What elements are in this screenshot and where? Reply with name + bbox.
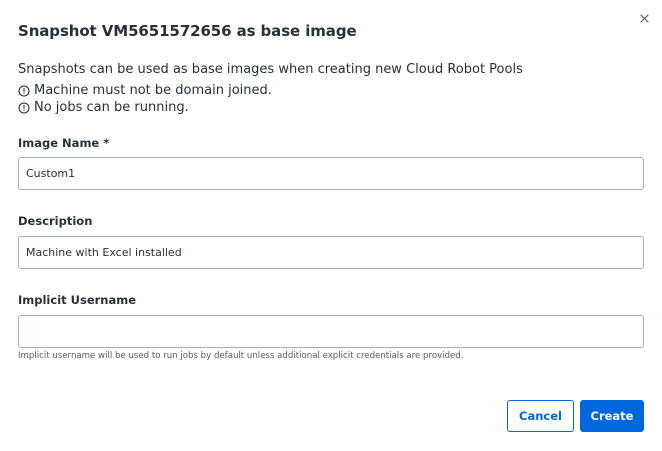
snapshot-dialog: Snapshot VM5651572656 as base image Snap… xyxy=(0,0,662,451)
implicit-username-helper: Implicit username will be used to run jo… xyxy=(18,351,464,361)
create-button[interactable]: Create xyxy=(580,400,644,432)
requirement-note: Machine must not be domain joined. xyxy=(18,83,272,98)
image-name-label: Image Name * xyxy=(18,136,110,150)
requirement-note-text: No jobs can be running. xyxy=(34,100,189,115)
close-icon xyxy=(639,13,649,23)
info-icon xyxy=(18,84,30,97)
requirement-note-text: Machine must not be domain joined. xyxy=(34,83,272,98)
requirement-note: No jobs can be running. xyxy=(18,100,189,115)
close-button[interactable] xyxy=(636,10,652,26)
image-name-input[interactable] xyxy=(18,157,644,190)
implicit-username-input[interactable] xyxy=(18,315,644,348)
implicit-username-label: Implicit Username xyxy=(18,293,137,307)
dialog-title: Snapshot VM5651572656 as base image xyxy=(18,22,357,40)
cancel-button[interactable]: Cancel xyxy=(507,400,574,432)
description-label: Description xyxy=(18,214,93,228)
description-input[interactable] xyxy=(18,236,644,269)
dialog-intro: Snapshots can be used as base images whe… xyxy=(18,62,523,77)
info-icon xyxy=(18,101,30,114)
